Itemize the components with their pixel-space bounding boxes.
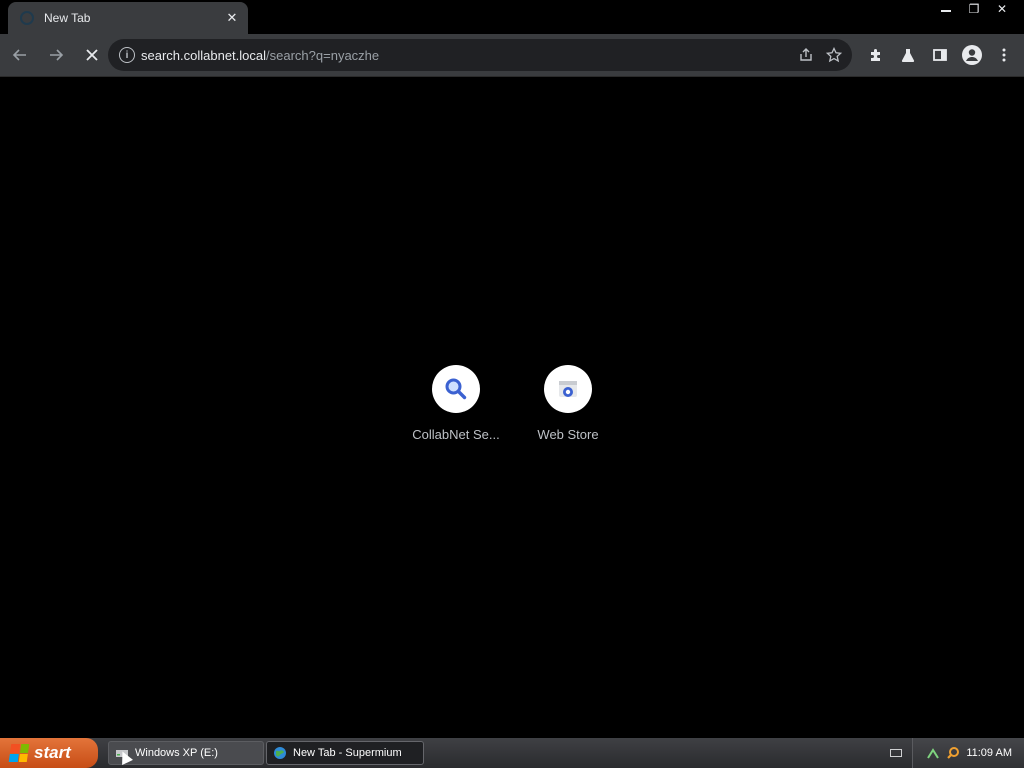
network-icon[interactable] — [926, 746, 940, 760]
taskbar-item-supermium[interactable]: New Tab - Supermium — [266, 741, 424, 765]
shortcut-label: Web Store — [537, 427, 599, 442]
search-tray-icon[interactable] — [946, 746, 960, 760]
browser-globe-icon — [274, 747, 286, 759]
loading-favicon-icon — [20, 11, 34, 25]
toolbar-right-icons — [862, 39, 1018, 71]
window-close-button[interactable]: ✕ — [988, 0, 1016, 18]
taskbar-item-windows-xp[interactable]: Windows XP (E:) — [108, 741, 264, 765]
shortcut-icon-circle — [432, 365, 480, 413]
url-text[interactable]: search.collabnet.local/search?q=nyaczhe — [141, 48, 792, 63]
start-label: start — [34, 743, 71, 762]
shortcut-label: CollabNet Se... — [412, 427, 500, 442]
search-icon — [445, 378, 467, 400]
web-store-icon — [559, 381, 577, 397]
task-label: Windows XP (E:) — [135, 747, 218, 759]
new-tab-page: CollabNet Se... Web Store — [0, 76, 1024, 738]
stop-x-icon — [86, 49, 98, 61]
keyboard-icon[interactable] — [890, 749, 902, 757]
task-label: New Tab - Supermium — [293, 747, 402, 759]
clock: 11:09 AM — [966, 747, 1012, 759]
tab-new-tab[interactable]: New Tab ✕ — [8, 2, 248, 34]
menu-kebab-icon[interactable] — [990, 39, 1018, 71]
start-button[interactable]: start — [0, 738, 98, 768]
forward-arrow-icon — [50, 49, 64, 61]
browser-toolbar: i search.collabnet.local/search?q=nyaczh… — [0, 34, 1024, 76]
extensions-puzzle-icon[interactable] — [862, 39, 890, 71]
url-host: search.collabnet.local — [141, 47, 267, 63]
back-arrow-icon — [12, 49, 26, 61]
labs-flask-icon[interactable] — [894, 39, 922, 71]
profile-avatar-icon[interactable] — [958, 39, 986, 71]
shortcut-web-store[interactable]: Web Store — [513, 365, 623, 442]
address-bar[interactable]: i search.collabnet.local/search?q=nyaczh… — [108, 39, 852, 71]
back-button[interactable] — [4, 39, 36, 71]
stop-loading-button[interactable] — [76, 39, 108, 71]
shortcut-collabnet-search[interactable]: CollabNet Se... — [401, 365, 511, 442]
window-controls: ❐ ✕ — [932, 0, 1016, 18]
restore-button[interactable]: ❐ — [960, 0, 988, 18]
system-tray: 11:09 AM — [912, 738, 1024, 768]
share-icon[interactable] — [792, 41, 820, 69]
url-path: /search?q=nyaczhe — [266, 47, 380, 63]
tab-close-icon[interactable]: ✕ — [224, 10, 240, 26]
shortcut-icon-circle — [544, 365, 592, 413]
browser-titlebar: New Tab ✕ ❐ ✕ — [0, 0, 1024, 34]
tab-title: New Tab — [44, 11, 91, 25]
minimize-button[interactable] — [932, 0, 960, 18]
windows-flag-icon — [8, 744, 30, 762]
site-info-icon[interactable]: i — [119, 47, 135, 63]
side-panel-icon[interactable] — [926, 39, 954, 71]
bookmark-star-icon[interactable] — [820, 41, 848, 69]
forward-button[interactable] — [40, 39, 72, 71]
